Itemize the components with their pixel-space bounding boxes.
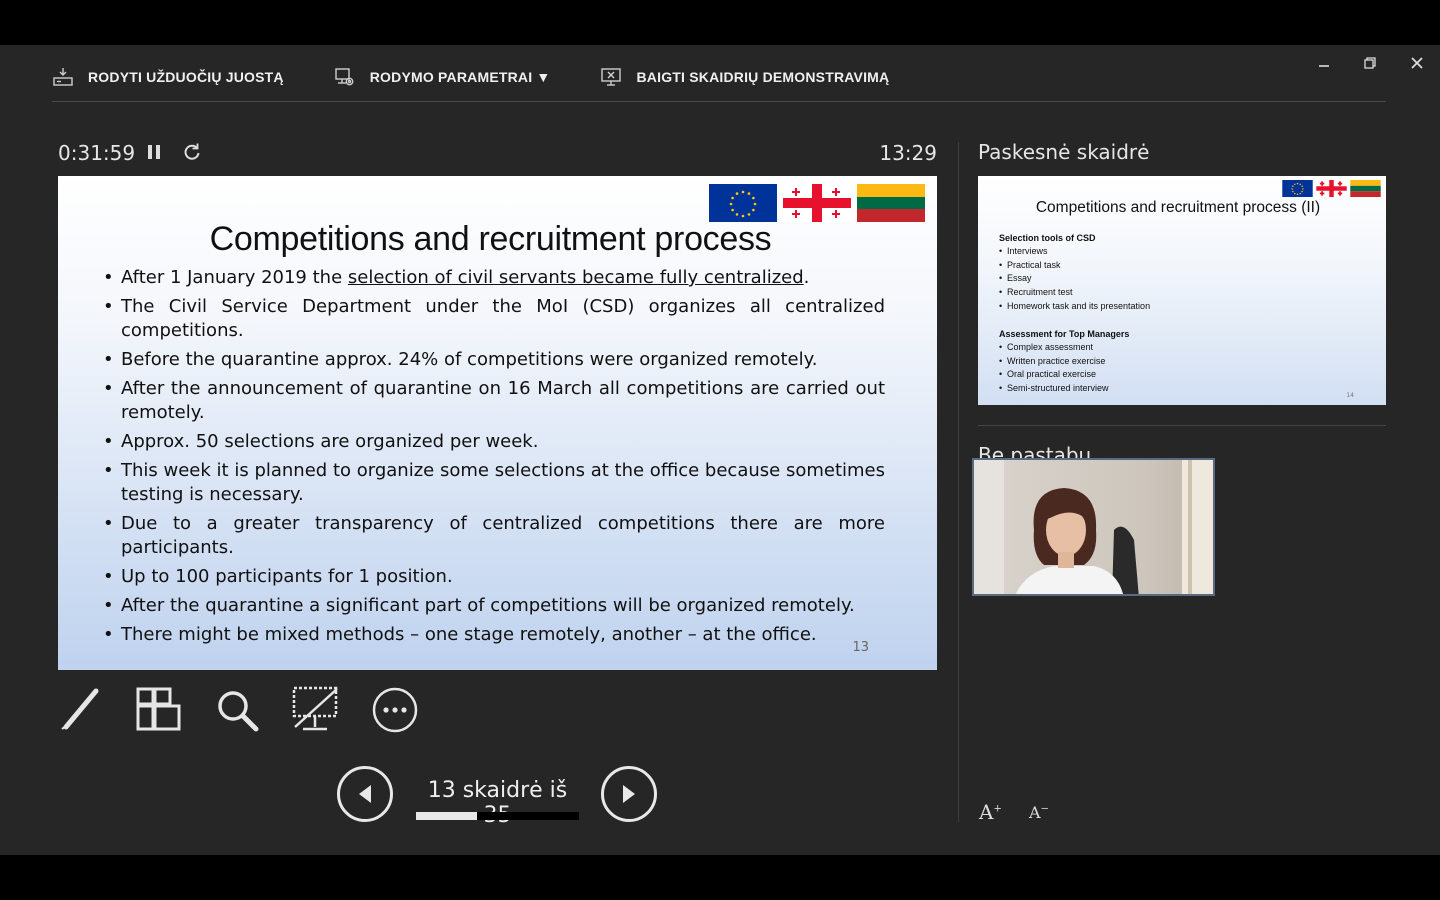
flags-group — [703, 184, 925, 222]
next-slide-title: Competitions and recruitment process (II… — [1035, 199, 1321, 216]
current-time: 13:29 — [879, 141, 937, 165]
next-slide-preview[interactable]: Competitions and recruitment process (II… — [978, 176, 1386, 405]
slide-progress-bar — [416, 812, 579, 820]
georgia-flag — [783, 184, 851, 222]
bullet-item: Up to 100 participants for 1 position. — [103, 565, 885, 589]
minimize-button[interactable] — [1311, 53, 1337, 73]
webcam-video[interactable] — [972, 458, 1215, 596]
taskbar-icon — [53, 68, 73, 86]
toolbar-divider — [52, 101, 1386, 102]
more-options-button[interactable] — [370, 685, 420, 735]
slide-counter: 13 skaidrė iš 35 — [427, 778, 568, 828]
slide-number: 13 — [852, 640, 869, 655]
close-button[interactable] — [1404, 53, 1430, 73]
underlined-phrase: selection of civil servants became fully… — [347, 267, 804, 288]
close-icon — [1411, 57, 1423, 69]
notes-divider[interactable] — [978, 425, 1386, 426]
eu-flag — [709, 184, 777, 222]
next-slide-label: Paskesnė skaidrė — [978, 140, 1150, 164]
presenter-view-window: RODYTI UŽDUOČIŲ JUOSTĄ RODYMO PARAMETRAI… — [0, 45, 1440, 855]
pen-tool-button[interactable] — [56, 685, 106, 735]
lithuania-flag — [1350, 180, 1381, 197]
more-icon — [372, 687, 418, 733]
restart-timer-button[interactable] — [182, 142, 202, 162]
show-taskbar-label: RODYTI UŽDUOČIŲ JUOSTĄ — [88, 69, 284, 85]
georgia-flag — [1316, 180, 1347, 197]
list-item: Recruitment test — [999, 286, 1150, 300]
slides-grid-icon — [136, 687, 181, 731]
slide-progress-fill — [416, 812, 477, 820]
magnifier-icon — [218, 691, 259, 732]
pause-icon — [148, 145, 160, 159]
show-taskbar-button[interactable]: RODYTI UŽDUOČIŲ JUOSTĄ — [52, 66, 284, 88]
pen-icon — [61, 688, 99, 730]
lithuania-flag — [857, 184, 925, 222]
elapsed-timer: 0:31:59 — [58, 141, 136, 165]
list-item: Oral practical exercise — [999, 368, 1109, 382]
bullet-item: After 1 January 2019 the selection of ci… — [103, 266, 885, 290]
presenter-toolbar: RODYTI UŽDUOČIŲ JUOSTĄ RODYMO PARAMETRAI… — [52, 63, 939, 91]
slide-bullet-list: After 1 January 2019 the selection of ci… — [103, 266, 885, 652]
list-item: Homework task and its presentation — [999, 300, 1150, 314]
list-item: Interviews — [999, 245, 1150, 259]
decrease-font-label: A — [1029, 803, 1041, 822]
end-slideshow-button[interactable]: BAIGTI SKAIDRIŲ DEMONSTRAVIMĄ — [600, 66, 889, 88]
increase-font-button[interactable]: A+ — [979, 800, 1002, 824]
next-slide-number: 14 — [1346, 392, 1354, 399]
mini-flags-group — [1279, 180, 1381, 197]
restore-button[interactable] — [1357, 53, 1383, 73]
end-slideshow-label: BAIGTI SKAIDRIŲ DEMONSTRAVIMĄ — [636, 69, 890, 85]
pause-timer-button[interactable] — [145, 143, 163, 161]
restore-icon — [1364, 57, 1376, 69]
display-settings-label: RODYMO PARAMETRAI ▼ — [369, 69, 551, 85]
eu-flag — [1282, 180, 1313, 197]
minimize-icon — [1319, 65, 1329, 67]
zoom-button[interactable] — [212, 685, 262, 735]
next-slide-section-2: Assessment for Top Managers — [999, 329, 1130, 339]
bullet-item: This week it is planned to organize some… — [103, 459, 885, 507]
pane-divider[interactable] — [958, 142, 959, 822]
end-slideshow-icon — [601, 68, 622, 86]
next-slide-section-1: Selection tools of CSD — [999, 233, 1096, 243]
list-item: Written practice exercise — [999, 355, 1109, 369]
bullet-item: After the announcement of quarantine on … — [103, 377, 885, 425]
next-slide-button[interactable] — [601, 766, 657, 822]
next-slide-list-2: Complex assessment Written practice exer… — [999, 341, 1109, 396]
see-all-slides-button[interactable] — [133, 685, 183, 735]
bullet-item: There might be mixed methods – one stage… — [103, 623, 885, 647]
list-item: Practical task — [999, 259, 1150, 273]
display-settings-button[interactable]: RODYMO PARAMETRAI ▼ — [334, 66, 551, 88]
slide-title: Competitions and recruitment process — [209, 220, 772, 258]
triangle-right-icon — [623, 785, 635, 803]
screen-off-icon — [292, 686, 338, 731]
bullet-item: Due to a greater transparency of central… — [103, 512, 885, 560]
current-slide[interactable]: Competitions and recruitment process Aft… — [58, 176, 937, 670]
triangle-left-icon — [359, 785, 371, 803]
notes-text: Be pastabų — [978, 443, 1092, 458]
next-slide-list-1: Interviews Practical task Essay Recruitm… — [999, 245, 1150, 314]
restart-icon — [184, 143, 200, 160]
bullet-item: Before the quarantine approx. 24% of com… — [103, 348, 885, 372]
decrease-font-button[interactable]: A− — [1029, 803, 1049, 822]
list-item: Complex assessment — [999, 341, 1109, 355]
display-settings-icon — [335, 68, 354, 86]
bullet-item: Approx. 50 selections are organized per … — [103, 430, 885, 454]
list-item: Semi-structured interview — [999, 382, 1109, 396]
bullet-item: The Civil Service Department under the M… — [103, 295, 885, 343]
webcam-person-image — [974, 460, 1213, 594]
increase-font-label: A — [979, 800, 994, 824]
bullet-item: After the quarantine a significant part … — [103, 594, 885, 618]
list-item: Essay — [999, 272, 1150, 286]
previous-slide-button[interactable] — [337, 766, 393, 822]
black-screen-button[interactable] — [291, 685, 341, 735]
